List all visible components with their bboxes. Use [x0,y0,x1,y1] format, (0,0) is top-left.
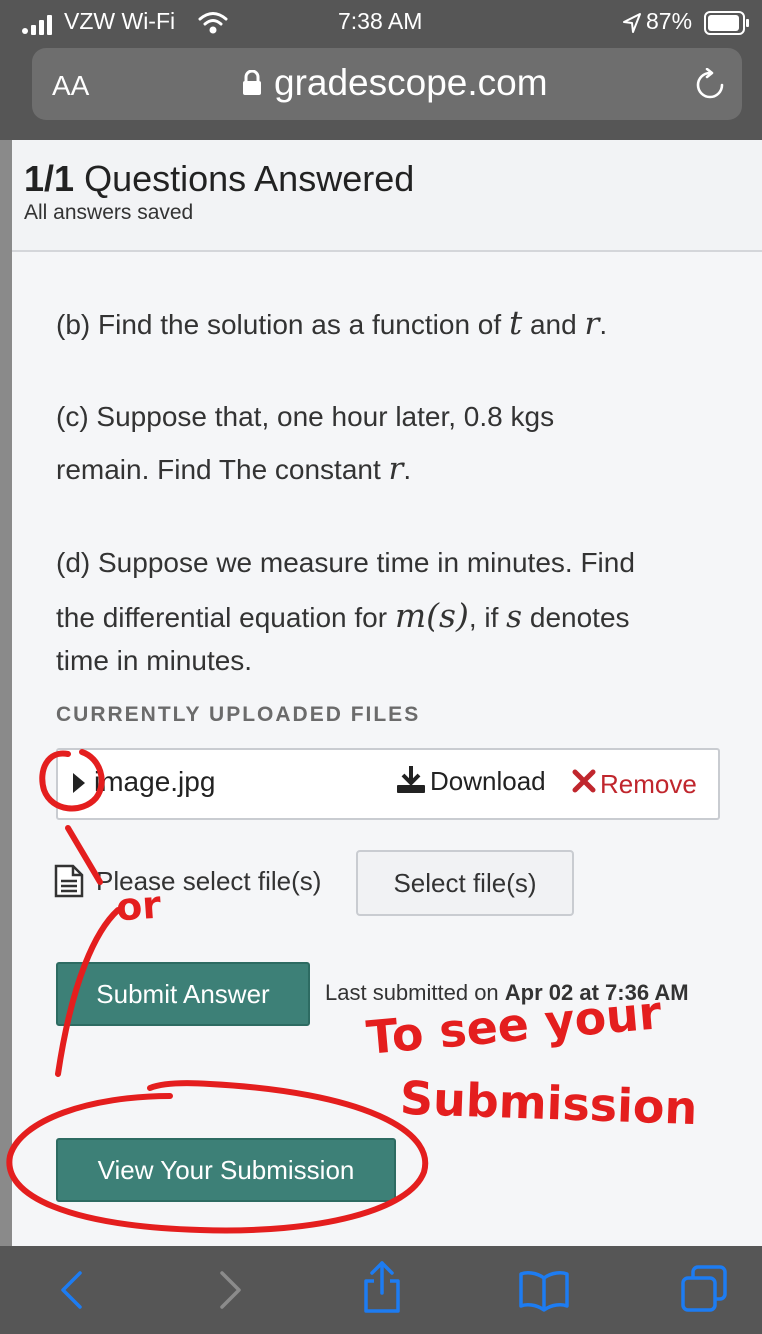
browser-top-bar: VZW Wi-Fi 7:38 AM 87% AA gradescope.com [0,0,762,140]
carrier-label: VZW Wi-Fi [64,8,176,34]
remove-x-icon[interactable] [572,769,596,798]
text-size-button[interactable]: AA [52,70,89,102]
uploaded-files-heading: CURRENTLY UPLOADED FILES [56,703,421,726]
expand-caret-icon[interactable] [72,772,86,799]
select-files-button[interactable]: Select file(s) [356,850,574,916]
url-bar[interactable]: AA gradescope.com [32,48,742,120]
url-domain[interactable]: gradescope.com [274,62,548,104]
back-icon[interactable] [58,1270,84,1315]
question-part-d-line1: (d) Suppose we measure time in minutes. … [56,547,635,578]
question-part-d-line2: the differential equation for m(s), if s… [56,596,630,635]
question-part-d-line3: time in minutes. [56,645,253,676]
question-part-c-line1: (c) Suppose that, one hour later, 0.8 kg… [56,401,555,432]
question-part-b: (b) Find the solution as a function of t… [56,303,608,342]
answers-header: 1/1 Questions Answered All answers saved [12,140,762,252]
annotation-note-line2: Submission [399,1070,699,1136]
battery-percent: 87% [646,8,693,34]
share-icon[interactable] [362,1260,402,1319]
view-submission-button[interactable]: View Your Submission [56,1138,396,1202]
page-left-edge [0,140,12,1246]
questions-answered-title: 1/1 Questions Answered [24,158,414,200]
question-part-c-line2: remain. Find The constant r. [56,451,412,487]
file-icon [54,864,84,903]
annotation-or: or [114,882,163,930]
lock-icon [242,69,262,101]
reload-icon[interactable] [694,67,726,107]
answered-label: Questions Answered [84,158,415,199]
remove-link[interactable]: Remove [600,769,697,800]
signal-icon [22,14,56,41]
answered-count: 1/1 [24,158,75,199]
clock: 7:38 AM [338,8,423,34]
forward-icon[interactable] [218,1270,244,1315]
file-name-link[interactable]: image.jpg [94,766,215,798]
save-status: All answers saved [24,201,194,224]
tabs-icon[interactable] [680,1264,728,1319]
wifi-icon [198,11,228,40]
battery-icon [704,10,750,41]
download-icon[interactable] [396,764,426,799]
submit-answer-button[interactable]: Submit Answer [56,962,310,1026]
browser-bottom-toolbar [0,1246,762,1334]
uploaded-file-row: image.jpg Download Remove [56,748,720,820]
location-arrow-icon [622,12,642,39]
bookmarks-icon[interactable] [518,1270,570,1317]
download-link[interactable]: Download [430,766,546,797]
